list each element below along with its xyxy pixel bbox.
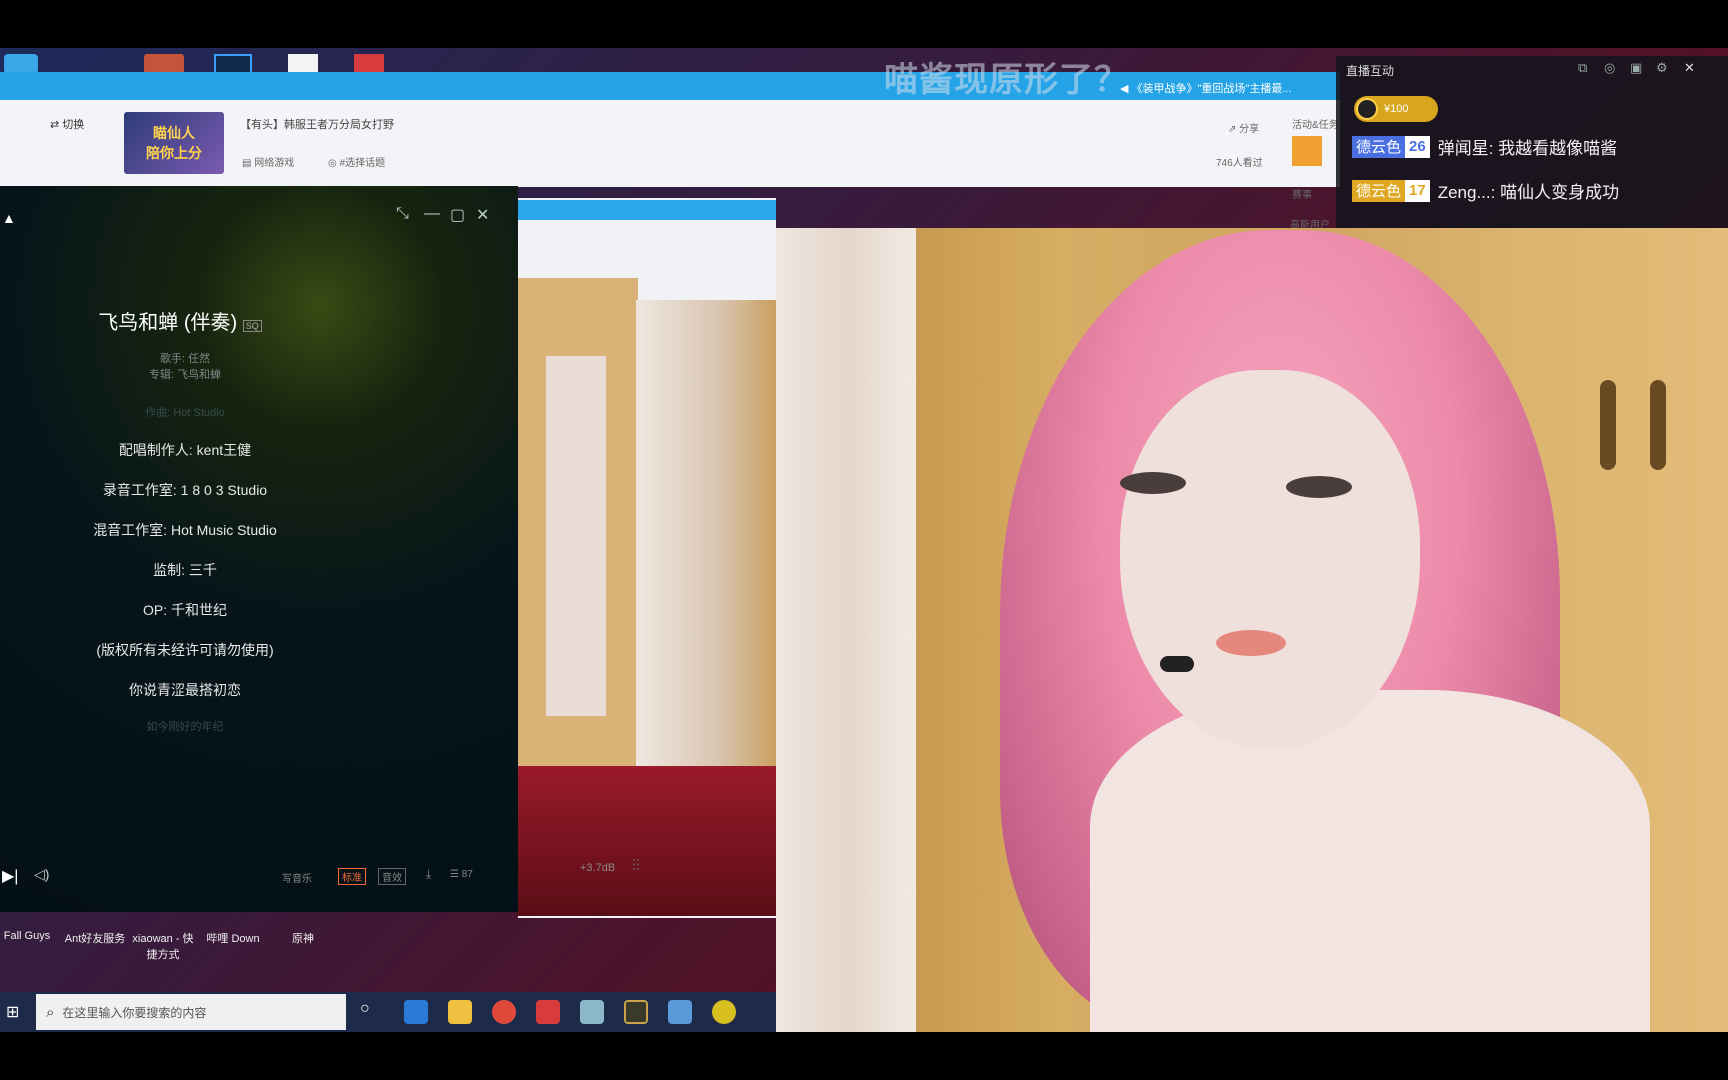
quality-select[interactable]: 标准 xyxy=(338,868,366,885)
song-title: 飞鸟和蝉 (伴奏) SQ xyxy=(0,306,360,335)
close-icon[interactable]: ✕ xyxy=(1684,60,1695,76)
app-icon[interactable] xyxy=(354,54,384,74)
photoshop-icon[interactable] xyxy=(214,54,252,74)
settings-icon[interactable]: ⚙ xyxy=(1656,60,1668,76)
shrink-icon[interactable]: ⤡ xyxy=(396,205,409,223)
letterbox-top xyxy=(0,0,1728,48)
player-controls: ▶| ◁) 写音乐 标准 音效 ⤓ ☰ 87 xyxy=(0,862,518,892)
category-icon: ▤ xyxy=(242,158,255,169)
music-player-window xyxy=(0,186,518,912)
app-icon[interactable] xyxy=(144,54,184,74)
audio-icon[interactable]: ◎ xyxy=(1604,60,1615,76)
file-explorer-icon[interactable] xyxy=(448,1000,472,1024)
fan-badge: 德云色 17 xyxy=(1352,179,1430,202)
room-cover-thumbnail[interactable]: 瞄仙人 陪你上分 xyxy=(124,112,224,174)
room-title: 【有头】韩服王者万分局女打野 xyxy=(240,119,394,131)
wardrobe-handle xyxy=(1600,380,1616,470)
streamer-eye xyxy=(1286,476,1352,498)
playlist-icon: ☰ xyxy=(450,869,462,880)
popout-icon[interactable]: ⧉ xyxy=(1578,60,1587,76)
coin-icon xyxy=(1356,98,1378,120)
nested-screen-camera xyxy=(636,300,776,840)
chat-message: 德云色 26 弹闻星: 我越看越像喵酱 xyxy=(1352,134,1617,159)
share-icon: ⇗ xyxy=(1228,124,1240,135)
switch-button[interactable]: ⇄ 切换 xyxy=(50,116,84,132)
search-icon: ⌕ xyxy=(46,1003,55,1021)
letterbox-bottom xyxy=(0,1032,1728,1080)
chat-header: 直播互动 xyxy=(1346,64,1395,78)
headset-mic xyxy=(1160,656,1194,672)
lyric-line-faded: 如今刚好的年纪 xyxy=(146,721,224,733)
app-icon[interactable] xyxy=(712,1000,736,1024)
lyric-line-faded: 作曲: Hot Studio xyxy=(145,407,225,419)
nested-screen-titlebar xyxy=(518,200,776,220)
app-icon[interactable] xyxy=(4,54,38,74)
nested-screen-desktop xyxy=(518,766,776,916)
app-icon[interactable] xyxy=(536,1000,560,1024)
streamer-eye xyxy=(1120,472,1186,494)
desktop-icon-label[interactable]: Fall Guys xyxy=(0,930,62,942)
song-singer[interactable]: 歌手: 任然 xyxy=(0,350,370,366)
league-icon[interactable] xyxy=(624,1000,648,1024)
app-icon[interactable] xyxy=(668,1000,692,1024)
notice-marquee[interactable]: ◀ 《装甲战争》"重回战场"主播最... xyxy=(1120,80,1292,96)
lyric-line: 录音工作室: 1 8 0 3 Studio xyxy=(102,482,268,498)
download-icon[interactable]: ⤓ xyxy=(426,867,431,882)
minimize-icon[interactable]: — xyxy=(424,205,440,223)
share-button[interactable]: ⇗ 分享 xyxy=(1228,120,1259,135)
desktop-shortcuts-top xyxy=(0,48,420,74)
playlist-button[interactable]: ☰ 87 xyxy=(450,869,473,880)
lyric-line: 配唱制作人: kent王健 xyxy=(118,442,252,458)
lyric-line: 监制: 三千 xyxy=(153,562,217,578)
task-view-icon[interactable]: ○ xyxy=(360,1000,370,1018)
cursor-icon: ▲ xyxy=(2,210,16,226)
mail-icon[interactable] xyxy=(404,1000,428,1024)
desktop-icon-label[interactable]: Ant好友服务 xyxy=(60,930,130,946)
lyric-line: 混音工作室: Hot Music Studio xyxy=(93,522,277,538)
desktop-icon-label[interactable]: 哔哩 Down xyxy=(198,930,268,946)
effect-button[interactable]: 音效 xyxy=(378,868,406,885)
maximize-icon[interactable]: ▢ xyxy=(450,205,465,225)
lyric-line: OP: 千和世纪 xyxy=(142,602,227,618)
stream-overlay-title: 喵酱现原形了？ xyxy=(884,61,1129,99)
camera-curtain xyxy=(776,228,916,1032)
fan-badge: 德云色 26 xyxy=(1352,135,1430,158)
topic-select[interactable]: ◎ #选择话题 xyxy=(328,154,385,169)
side-event-label: 赛事 xyxy=(1292,190,1312,201)
viewer-count: 746人看过 xyxy=(1216,158,1263,169)
close-icon[interactable]: ✕ xyxy=(476,205,489,225)
wardrobe-handle xyxy=(1650,380,1666,470)
song-album[interactable]: 专辑: 飞鸟和蝉 xyxy=(0,366,370,382)
chat-message: 德云色 17 Zeng...: 喵仙人变身成功 xyxy=(1352,178,1619,203)
chrome-icon[interactable] xyxy=(492,1000,516,1024)
sq-badge-icon: SQ xyxy=(242,320,262,332)
app-icon[interactable] xyxy=(580,1000,604,1024)
room-category[interactable]: ▤ 网络游戏 xyxy=(242,154,294,169)
speaker-icon: ◀ xyxy=(1120,83,1132,95)
side-activity-label: 活动&任务 xyxy=(1292,120,1339,131)
topic-icon: ◎ xyxy=(328,158,340,169)
lyric-line: 你说青涩最搭初恋 xyxy=(129,682,241,698)
gift-notice: ¥100 xyxy=(1354,96,1438,122)
taskbar-search-input[interactable]: ⌕ 在这里输入你要搜索的内容 xyxy=(36,994,346,1030)
streamer-face xyxy=(1120,370,1420,750)
volume-icon[interactable]: ◁) xyxy=(34,866,49,883)
play-pause-icon[interactable]: ▶| xyxy=(2,866,18,886)
document-icon[interactable] xyxy=(288,54,318,74)
side-activity-thumb[interactable] xyxy=(1292,136,1322,166)
lyric-write-button[interactable]: 写音乐 xyxy=(282,870,312,885)
equalizer-icon[interactable]: ⫶⫶ xyxy=(632,858,640,876)
lyric-line: (版权所有未经许可请勿使用) xyxy=(96,642,274,658)
streamer-lips xyxy=(1216,630,1286,656)
desktop-icon-label[interactable]: xiaowan - 快捷方式 xyxy=(128,930,198,962)
nested-db-label: +3.7dB xyxy=(580,862,616,874)
desktop-icon-label[interactable]: 原神 xyxy=(268,930,338,946)
nested-screen-curtain xyxy=(546,356,606,716)
windows-start-icon[interactable]: ⊞ xyxy=(6,1002,19,1022)
lock-icon[interactable]: ▣ xyxy=(1630,60,1642,76)
switch-icon: ⇄ xyxy=(50,119,63,131)
streamer-body xyxy=(1090,690,1650,1032)
